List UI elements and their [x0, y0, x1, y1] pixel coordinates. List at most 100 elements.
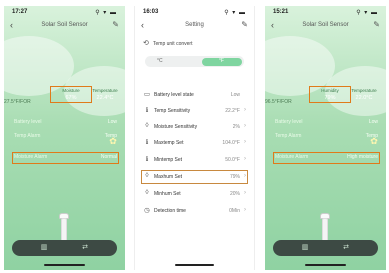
- row-value: 79%: [229, 174, 240, 180]
- drop-icon: ◊: [145, 122, 149, 129]
- home-indicator: [305, 264, 346, 266]
- header: ‹ Solar Soil Sensor ✎: [4, 20, 125, 32]
- temp-side-readout: 27.5°F/FOR: [4, 99, 31, 105]
- moisture-alarm-row: Moisture Alarm High moisture: [273, 152, 380, 164]
- row-key: Battery level: [14, 119, 42, 125]
- moisture-alarm-row: Moisture Alarm Normal: [12, 152, 119, 164]
- reading-label: Humidity: [321, 88, 339, 93]
- edit-icon[interactable]: ✎: [112, 20, 119, 29]
- row-key: Detection time: [154, 208, 186, 214]
- row-key: Battery level state: [154, 92, 194, 98]
- chevron-right-icon: ›: [244, 107, 246, 113]
- thermometer-icon: ℹ: [145, 107, 149, 114]
- settings-row-minhum[interactable]: ◊ Minhum Set 20% ›: [143, 189, 246, 199]
- reading-label: Moisture: [62, 88, 80, 93]
- reading-value: 22.4°C: [96, 95, 114, 101]
- flower-icon: ✿: [109, 136, 117, 146]
- status-icons: ⚲ ▾ ▬: [224, 10, 246, 16]
- home-indicator: [175, 264, 214, 266]
- thermometer-icon: ℹ: [145, 156, 149, 163]
- segment-left[interactable]: °C: [157, 58, 163, 64]
- row-value: 2%: [232, 124, 240, 130]
- row-key: Maxhum Set: [154, 174, 183, 180]
- row-value: Low: [107, 119, 117, 125]
- chevron-right-icon: ›: [244, 190, 246, 196]
- header: ‹ Solar Soil Sensor ✎: [265, 20, 386, 32]
- status-bar: 15:21 ⚲ ▾ ▬: [271, 9, 380, 18]
- battery-icon: ▭: [143, 91, 151, 98]
- drop-icon: ◊: [145, 189, 149, 196]
- status-icons: ⚲ ▾ ▬: [356, 10, 378, 16]
- status-time: 15:21: [273, 9, 289, 15]
- segment-right[interactable]: °F: [219, 58, 224, 64]
- row-label: Temp unit convert: [153, 41, 193, 47]
- row-key: Mintemp Set: [154, 157, 183, 163]
- row-value: 0Min: [229, 208, 240, 214]
- reading-value: 22.0°C: [355, 95, 373, 101]
- row-key: Battery level: [275, 119, 303, 125]
- temp-unit-convert-row: ⟲ Temp unit convert: [143, 39, 246, 49]
- row-value: Normal: [100, 154, 117, 160]
- row-key: Moisture Sensitivity: [154, 124, 198, 130]
- settings-row-maxtemp[interactable]: ℹ Maxtemp Set 104.0°F ›: [143, 138, 246, 148]
- row-key: Minhum Set: [154, 191, 181, 197]
- settings-row-mintemp[interactable]: ℹ Mintemp Set 50.0°F ›: [143, 155, 246, 165]
- temp-alarm-row: Temp Alarm Temp: [275, 133, 378, 141]
- edit-icon[interactable]: ✎: [373, 20, 380, 29]
- status-time: 17:27: [12, 9, 28, 15]
- phone-main-screen-1: 17:27 ⚲ ▾ ▬ ‹ Solar Soil Sensor ✎ 27.5°F…: [4, 6, 125, 270]
- bottom-tab-bar: ▥ ⇄: [273, 240, 378, 256]
- row-key: Maxtemp Set: [154, 140, 184, 146]
- row-value: 50.0°F: [225, 157, 240, 163]
- row-value: 20%: [229, 191, 240, 197]
- battery-row: Battery level Low: [14, 119, 117, 127]
- settings-row-temp-sensitivity[interactable]: ℹ Temp Sensitivity 22.2°F ›: [143, 106, 246, 116]
- status-bar: 17:27 ⚲ ▾ ▬: [10, 9, 119, 18]
- settings-row-maxhum[interactable]: ◊ Maxhum Set 79% ›: [141, 170, 248, 184]
- chart-icon[interactable]: ▥: [299, 243, 311, 253]
- edit-icon[interactable]: ✎: [241, 20, 248, 29]
- battery-row: Battery level Low: [275, 119, 378, 127]
- phone-settings-screen: 16:03 ⚲ ▾ ▬ ‹ Setting ✎ ⟲ Temp unit conv…: [134, 6, 255, 270]
- row-key: Temp Alarm: [14, 133, 41, 139]
- row-value: High moisture: [347, 154, 378, 160]
- temperature-reading: Temperature 22.4°C: [86, 88, 124, 101]
- swap-icon[interactable]: ⇄: [340, 243, 352, 253]
- flower-icon: ✿: [370, 136, 378, 146]
- temp-alarm-row: Temp Alarm Temp: [14, 133, 117, 141]
- bottom-tab-bar: ▥ ⇄: [12, 240, 117, 256]
- row-value: 104.0°F: [222, 140, 240, 146]
- reading-value: 79%: [324, 95, 336, 101]
- row-key: Moisture Alarm: [275, 154, 309, 160]
- chevron-right-icon: ›: [244, 156, 246, 162]
- row-value: Low: [230, 92, 240, 98]
- reading-label: Temperature: [92, 88, 118, 93]
- status-icons: ⚲ ▾ ▬: [95, 10, 117, 16]
- swap-icon[interactable]: ⇄: [79, 243, 91, 253]
- chart-icon[interactable]: ▥: [38, 243, 50, 253]
- home-indicator: [44, 264, 85, 266]
- page-title: Setting: [185, 22, 204, 28]
- header: ‹ Setting ✎: [135, 20, 254, 32]
- unit-segmented-toggle[interactable]: °C °F: [145, 56, 244, 67]
- drop-icon: ◊: [145, 172, 149, 179]
- thermometer-icon: ℹ: [145, 139, 149, 146]
- chevron-right-icon: ›: [244, 139, 246, 145]
- status-time: 16:03: [143, 9, 159, 15]
- readings-panel: 27.5°F/FOR Moisture 67% Temperature 22.4…: [4, 86, 125, 114]
- row-value: 22.2°F: [225, 108, 240, 114]
- clock-icon: ◷: [144, 207, 150, 214]
- screenshot-collage: 17:27 ⚲ ▾ ▬ ‹ Solar Soil Sensor ✎ 27.5°F…: [0, 0, 389, 273]
- sync-icon: ⟲: [143, 40, 149, 47]
- moisture-reading: Moisture 67%: [50, 86, 92, 103]
- chevron-right-icon: ›: [244, 207, 246, 213]
- row-key: Moisture Alarm: [14, 154, 48, 160]
- settings-row-moisture-sensitivity[interactable]: ◊ Moisture Sensitivity 2% ›: [143, 122, 246, 132]
- page-title: Solar Soil Sensor: [302, 22, 349, 28]
- row-value: Low: [368, 119, 378, 125]
- settings-row-battery[interactable]: ▭ Battery level state Low: [143, 90, 246, 100]
- reading-label: Temperature: [351, 88, 377, 93]
- readings-panel: 96.5°F/FOR Humidity 79% Temperature 22.0…: [265, 86, 386, 114]
- chevron-right-icon: ›: [244, 173, 246, 179]
- settings-row-detection-time[interactable]: ◷ Detection time 0Min ›: [143, 206, 246, 216]
